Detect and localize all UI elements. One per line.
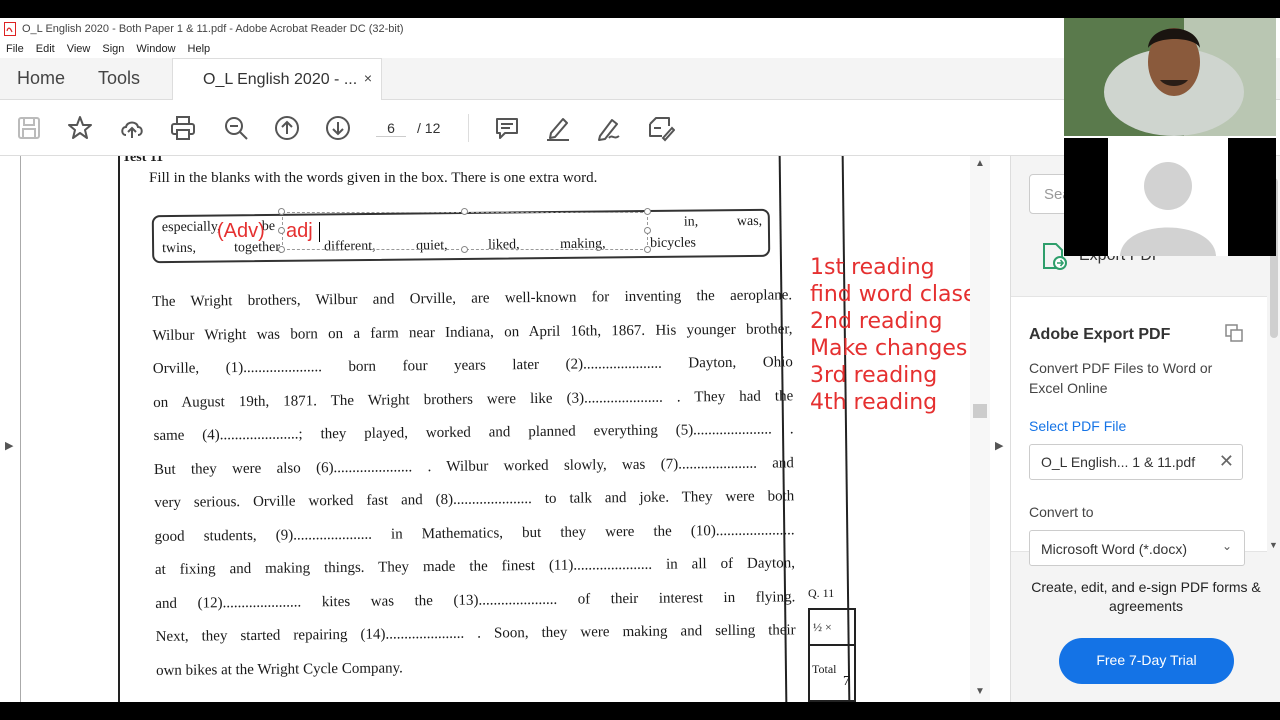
document-scrollbar[interactable]: ▲ ▼ [970, 156, 990, 702]
avatar [1108, 138, 1228, 256]
tab-document[interactable]: O_L English 2020 - ... × [172, 58, 382, 101]
scroll-up-icon[interactable]: ▲ [975, 158, 985, 169]
note-line: 1st reading [810, 255, 935, 280]
menu-file[interactable]: File [6, 43, 24, 55]
page-number-input[interactable]: 6 [376, 120, 406, 137]
document-view[interactable]: ▶ Test 11 Fill in the blanks with the wo… [0, 156, 990, 702]
panel-toggle-icon[interactable]: ▶ [995, 439, 1003, 452]
page-border-left [118, 156, 120, 702]
select-pdf-link[interactable]: Select PDF File [1029, 418, 1126, 434]
tab-document-label: O_L English 2020 - ... [203, 71, 358, 88]
close-icon[interactable]: × [364, 70, 372, 86]
question-label: Q. 11 [808, 586, 835, 600]
free-trial-button[interactable]: Free 7-Day Trial [1059, 638, 1234, 684]
tab-home[interactable]: Home [17, 68, 65, 89]
note-line: 4th reading [810, 390, 938, 415]
multi-page-icon[interactable] [1225, 324, 1243, 347]
export-description: Convert PDF Files to Word or Excel Onlin… [1029, 360, 1213, 396]
menu-bar: File Edit View Sign Window Help [0, 40, 222, 58]
page-total: / 12 [417, 120, 441, 136]
scroll-down-icon[interactable]: ▼ [975, 686, 985, 697]
passage-line: own bikes at the Wright Cycle Company. [155, 659, 403, 679]
convert-format-value: Microsoft Word (*.docx) [1041, 541, 1187, 557]
marks-box: Q. 11 ½ × Total 7 [808, 586, 858, 702]
resize-handle[interactable] [278, 208, 285, 215]
text-annotation-box[interactable] [282, 212, 648, 250]
menu-view[interactable]: View [67, 43, 91, 55]
scroll-thumb[interactable] [973, 404, 987, 418]
resize-handle[interactable] [461, 246, 468, 253]
fill-sign-icon[interactable] [647, 114, 676, 142]
bookmark-star-icon[interactable] [66, 114, 94, 142]
exam-instruction: Fill in the blanks with the words given … [149, 170, 598, 186]
total-cell: Total 7 [808, 646, 856, 702]
menu-help[interactable]: Help [188, 43, 211, 55]
pdf-page: Test 11 Fill in the blanks with the word… [112, 156, 872, 702]
resize-handle[interactable] [461, 208, 468, 215]
text-cursor [319, 222, 320, 242]
sign-pen-icon[interactable] [595, 114, 623, 142]
save-icon[interactable] [15, 114, 43, 142]
convert-format-select[interactable]: Microsoft Word (*.docx) ⌄ [1029, 530, 1245, 566]
resize-handle[interactable] [278, 227, 285, 234]
tab-tools[interactable]: Tools [98, 68, 140, 89]
resize-handle[interactable] [644, 208, 651, 215]
page-down-icon[interactable] [324, 114, 352, 142]
upload-cloud-icon[interactable] [118, 114, 146, 142]
highlight-pen-icon[interactable] [544, 114, 572, 142]
resize-handle[interactable] [644, 227, 651, 234]
menu-sign[interactable]: Sign [102, 43, 124, 55]
box-word: in, [683, 214, 699, 230]
comment-icon[interactable] [493, 114, 521, 142]
toolbar-divider [468, 114, 469, 142]
box-word: especially, [161, 219, 221, 236]
box-word: was, [736, 213, 763, 230]
export-title: Adobe Export PDF [1029, 326, 1171, 343]
exam-heading: Test 11 [122, 156, 164, 165]
note-line: find word clases [810, 282, 988, 307]
menu-window[interactable]: Window [136, 43, 175, 55]
box-word: bicycles [650, 235, 697, 252]
caret-right-icon[interactable]: ▶ [5, 439, 13, 452]
selected-file-name: O_L English... 1 & 11.pdf [1041, 454, 1196, 470]
exam-passage: The Wright brothers, Wilbur and Orville,… [152, 279, 796, 688]
note-line: 3rd reading [810, 363, 938, 388]
print-icon[interactable] [169, 114, 197, 142]
clear-file-icon[interactable]: ✕ [1219, 451, 1234, 472]
box-word: twins, [162, 240, 197, 257]
window-title: O_L English 2020 - Both Paper 1 & 11.pdf… [22, 23, 404, 35]
zoom-out-icon[interactable] [222, 114, 250, 142]
chevron-down-icon: ⌄ [1221, 539, 1232, 553]
page-edge [20, 156, 21, 702]
acrobat-window: O_L English 2020 - Both Paper 1 & 11.pdf… [0, 18, 1280, 702]
page-up-icon[interactable] [273, 114, 301, 142]
total-label: Total [812, 662, 837, 676]
resize-handle[interactable] [278, 246, 285, 253]
note-line: 2nd reading [810, 309, 943, 334]
convert-to-label: Convert to [1029, 504, 1094, 520]
annotation-adv[interactable]: (Adv) [217, 220, 265, 243]
menu-edit[interactable]: Edit [36, 43, 55, 55]
total-value: 7 [843, 674, 850, 689]
marks-cell: ½ × [808, 608, 856, 646]
panel-scroll-down-icon[interactable]: ▼ [1269, 540, 1278, 550]
resize-handle[interactable] [644, 246, 651, 253]
webcam-participant [1064, 138, 1276, 256]
annotation-adj[interactable]: adj [286, 220, 313, 243]
note-line: Make changes [810, 336, 968, 361]
handwritten-notes: 1st reading find word clases 2nd reading… [810, 254, 988, 416]
webcam-presenter [1064, 18, 1276, 136]
promo-text: Create, edit, and e-sign PDF forms & agr… [1031, 579, 1261, 614]
pdf-app-icon [4, 22, 16, 36]
passage-line: Next, they started repairing (14).......… [155, 622, 796, 645]
selected-file-field[interactable]: O_L English... 1 & 11.pdf ✕ [1029, 444, 1243, 480]
